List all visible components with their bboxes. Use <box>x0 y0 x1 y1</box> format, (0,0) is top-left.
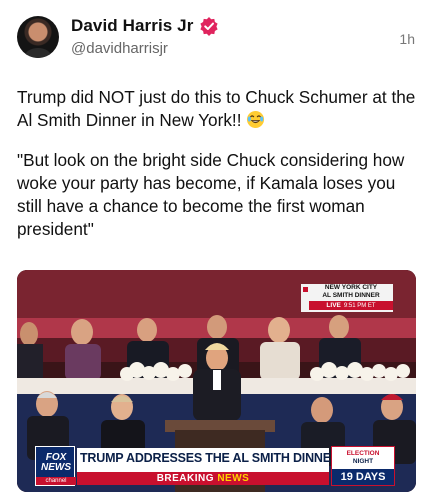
post-timestamp[interactable]: 1h <box>399 31 415 47</box>
author-avatar[interactable] <box>17 16 59 58</box>
breaking-news-label: BREAKING NEWS <box>77 473 329 484</box>
post-body: Trump did NOT just do this to Chuck Schu… <box>17 86 422 258</box>
author-handle[interactable]: @davidharrisjr <box>71 40 219 57</box>
election-countdown: ELECTION NIGHT 19 DAYS <box>331 446 395 486</box>
author-display-name[interactable]: David Harris Jr <box>71 16 193 36</box>
social-post[interactable]: David Harris Jr @davidharrisjr 1h Trump … <box>0 0 433 500</box>
location-line-1: NEW YORK CITY <box>324 284 378 291</box>
network-logo-text: FOX NEWS <box>38 453 74 473</box>
headline-text: TRUMP ADDRESSES THE AL SMITH DINNER <box>80 451 340 465</box>
post-paragraph-2: "But look on the bright side Chuck consi… <box>17 150 405 239</box>
network-logo-line-2: NEWS <box>41 462 71 473</box>
live-label: LIVE <box>326 302 341 309</box>
lower-third: FOX NEWS channel TRUMP ADDRESSES THE AL … <box>35 446 399 486</box>
location-bug-marker <box>303 287 308 292</box>
avatar-shirt <box>25 48 51 58</box>
live-tag: LIVE 9:51 PM ET <box>309 301 393 310</box>
network-logo: FOX NEWS channel <box>35 446 76 486</box>
verified-badge-icon <box>200 17 219 36</box>
laughing-face-emoji-icon <box>247 110 265 129</box>
post-paragraph-1: Trump did NOT just do this to Chuck Schu… <box>17 86 422 132</box>
election-line-1: ELECTION <box>346 450 380 457</box>
author-name-row: David Harris Jr <box>71 16 219 36</box>
location-line-2: AL SMITH DINNER <box>322 291 380 299</box>
network-logo-line-3: channel <box>36 477 76 485</box>
breaking-word: BREAKING <box>156 473 215 484</box>
news-word: NEWS <box>217 473 250 484</box>
live-time: 9:51 PM ET <box>343 302 376 309</box>
author-block: David Harris Jr @davidharrisjr <box>71 16 219 57</box>
election-line-2: NIGHT <box>352 458 374 465</box>
post-paragraph-1-text: Trump did NOT just do this to Chuck Schu… <box>17 87 416 130</box>
location-text: NEW YORK CITY AL SMITH DINNER <box>309 284 393 299</box>
election-countdown-days: 19 DAYS <box>332 469 394 485</box>
video-player[interactable]: NEW YORK CITY AL SMITH DINNER LIVE 9:51 … <box>17 270 416 492</box>
